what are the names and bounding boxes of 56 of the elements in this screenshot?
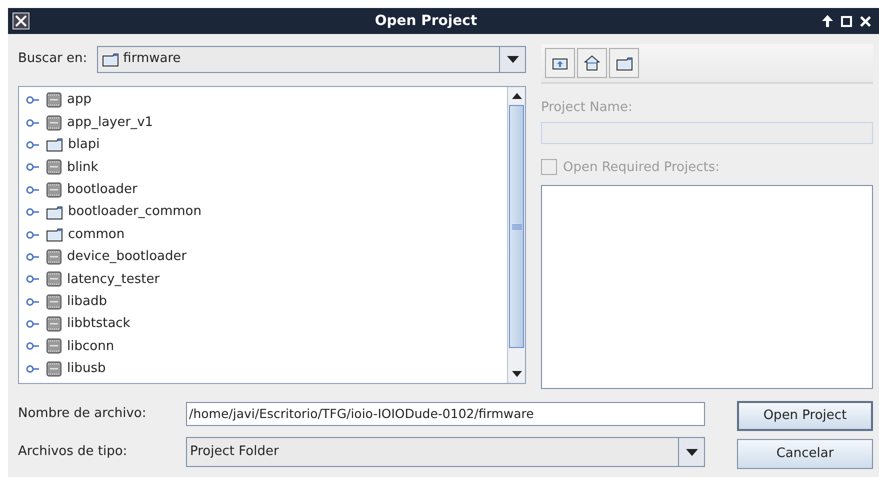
folder-icon	[102, 52, 120, 66]
pin-icon[interactable]	[822, 15, 833, 27]
maximize-icon[interactable]	[841, 16, 852, 26]
tree-item[interactable]: blapi	[68, 135, 100, 155]
look-in-label: Buscar en:	[18, 50, 88, 68]
scroll-thumb[interactable]	[509, 105, 524, 348]
checkbox-label: Open Required Projects:	[563, 158, 720, 176]
up-folder-button[interactable]	[545, 48, 575, 78]
tree-item[interactable]: libadb	[67, 292, 107, 312]
caret-icon	[506, 56, 518, 62]
look-in-dropdown[interactable]: firmware	[97, 46, 526, 72]
folder-icon	[46, 137, 63, 152]
up-folder-icon	[552, 56, 568, 70]
scroll-down-icon[interactable]	[512, 371, 522, 377]
drive-icon	[46, 316, 62, 332]
tree-item[interactable]: blink	[67, 158, 98, 178]
tree-item[interactable]: latency_tester	[67, 270, 160, 290]
drive-icon	[46, 114, 62, 131]
drive-icon	[46, 360, 62, 377]
drive-icon	[46, 294, 62, 310]
tree-item[interactable]: app_layer_v1	[67, 112, 154, 132]
drive-icon	[46, 271, 62, 288]
tree-item[interactable]: libbtstack	[67, 314, 130, 334]
tree-item[interactable]: app	[67, 90, 92, 110]
folder-icon	[46, 227, 63, 242]
home-icon	[584, 55, 600, 71]
new-folder-button[interactable]	[609, 48, 639, 78]
drive-icon	[46, 182, 62, 198]
home-button[interactable]	[577, 48, 607, 78]
tree-item[interactable]: libusb	[67, 359, 106, 379]
tree-item[interactable]: bootloader	[67, 180, 138, 200]
window-title: Open Project	[374, 12, 478, 30]
project-name-label: Project Name:	[541, 99, 634, 117]
tree-item[interactable]: libconn	[67, 336, 114, 356]
file-name-label: Nombre de archivo:	[18, 405, 148, 424]
drive-icon	[46, 248, 62, 265]
window-menu-icon[interactable]	[12, 12, 30, 30]
drive-icon	[46, 159, 62, 176]
drive-icon	[46, 92, 62, 108]
look-in-value: firmware	[123, 50, 181, 68]
caret-icon	[686, 448, 698, 456]
scroll-up-icon[interactable]	[512, 93, 522, 99]
scrollbar[interactable]	[507, 87, 525, 383]
drive-icon	[46, 338, 62, 354]
file-type-value: Project Folder	[189, 443, 280, 462]
tree-item[interactable]: device_bootloader	[67, 247, 187, 267]
file-type-label: Archivos de tipo:	[18, 443, 128, 462]
tree-item[interactable]: common	[68, 224, 125, 244]
close-icon[interactable]	[860, 16, 871, 26]
file-name-field[interactable]: /home/javi/Escritorio/TFG/ioio-IOIODude-0102/firmware	[186, 402, 705, 426]
file-type-dropdown[interactable]: Project Folder	[186, 437, 705, 467]
folder-icon	[46, 204, 63, 220]
dialog-button[interactable]: Cancelar	[737, 439, 873, 469]
tree-item[interactable]: bootloader_common	[68, 202, 202, 222]
folder-icon	[616, 56, 632, 70]
dialog-button[interactable]: Open Project	[737, 401, 873, 431]
